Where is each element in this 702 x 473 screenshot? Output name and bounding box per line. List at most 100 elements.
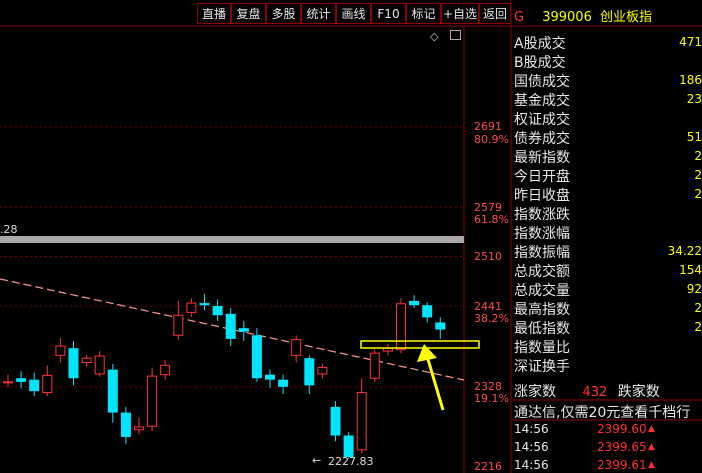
tick-price: 2399.65: [597, 440, 647, 454]
stat-value: 2: [694, 149, 702, 163]
candle-body: [81, 357, 92, 363]
tick-time: 14:56: [514, 458, 549, 472]
candle-body: [134, 426, 144, 431]
candle-body: [199, 303, 210, 306]
annotation-arrow-head: [417, 344, 437, 362]
price-label-2216: 2216: [474, 460, 502, 473]
candle-body: [16, 378, 27, 382]
side-title: G 399006 创业板指: [514, 6, 652, 25]
fall-label: 跌家数: [617, 384, 660, 400]
candle-body: [265, 374, 275, 380]
annotation-arrow-shaft: [425, 355, 445, 411]
candle-body: [330, 406, 341, 436]
candle-body: [435, 322, 446, 330]
breadth-row: 涨家数 432 跌家数: [514, 381, 660, 401]
tick-time: 14:56: [514, 440, 549, 454]
candle-body: [120, 412, 131, 437]
stat-label: 总成交量: [514, 283, 570, 299]
stat-value: 2: [694, 187, 702, 201]
stat-value: 2: [694, 301, 702, 315]
diamond-icon[interactable]: ◇: [430, 30, 438, 43]
tick-up-arrow-icon: ▲: [648, 460, 655, 470]
draw-line-button[interactable]: 画线: [336, 3, 371, 24]
fib-label-19: 19.1%: [474, 392, 509, 405]
stat-label: 昨日收盘: [514, 188, 570, 204]
candle-body: [422, 305, 433, 318]
mark-button[interactable]: 标记: [406, 3, 441, 24]
add-favorite-button[interactable]: +自选: [441, 3, 479, 24]
stat-label: 国债成交: [514, 74, 570, 90]
tick-price: 2399.60: [597, 422, 647, 436]
stat-label: 今日开盘: [514, 169, 570, 185]
annotation-box: [360, 340, 480, 349]
low-annotation: 2227.83: [328, 455, 374, 468]
candle-body: [55, 345, 66, 356]
stat-label: 最高指数: [514, 302, 570, 318]
candle-body: [68, 348, 79, 379]
f10-button[interactable]: F10: [371, 3, 406, 24]
candle-body: [29, 379, 40, 392]
candle-body: [291, 339, 302, 356]
fib-label-61: 61.8%: [474, 213, 509, 226]
candle-body: [42, 374, 53, 394]
candle-body: [409, 300, 420, 306]
stat-value: 186: [679, 73, 702, 87]
candle-body: [225, 313, 236, 339]
candle-body: [160, 364, 171, 376]
upper-left-label: .28: [0, 223, 18, 236]
stat-label: 最新指数: [514, 150, 570, 166]
candle-body: [317, 367, 328, 375]
window-toggle-icon[interactable]: [450, 30, 461, 40]
candle-body: [278, 379, 289, 387]
live-button[interactable]: 直播: [197, 3, 231, 24]
tick-up-arrow-icon: ▲: [648, 442, 655, 452]
stat-label: 深证换手: [514, 359, 570, 375]
candle-body: [3, 381, 13, 384]
back-button[interactable]: 返回: [479, 3, 511, 24]
candle-body: [304, 358, 315, 386]
stat-label: 最低指数: [514, 321, 570, 337]
candle-body: [107, 369, 118, 413]
stat-value: 2: [694, 168, 702, 182]
candle-body: [356, 392, 367, 451]
low-arrow-icon: ←: [312, 454, 322, 467]
multi-stock-button[interactable]: 多股: [266, 3, 301, 24]
stat-label: 指数量比: [514, 340, 570, 356]
stat-label: 权证成交: [514, 112, 570, 128]
fib-label-38: 38.2%: [474, 312, 509, 325]
fib-label-80: 80.9%: [474, 133, 509, 146]
replay-button[interactable]: 复盘: [231, 3, 266, 24]
stat-label: 指数振幅: [514, 245, 570, 261]
candle-body: [369, 352, 380, 379]
stat-label: 总成交额: [514, 264, 570, 280]
market-flag: G: [514, 10, 525, 25]
candle-body: [94, 355, 105, 375]
candle-body: [396, 303, 406, 351]
tick-price: 2399.61: [597, 458, 647, 472]
stat-label: 指数涨幅: [514, 226, 570, 242]
price-label-2691: 2691: [474, 120, 502, 133]
stat-label: 指数涨跌: [514, 207, 570, 223]
index-name: 创业板指: [600, 10, 653, 25]
candle-body: [251, 335, 262, 379]
rise-count: 432: [582, 385, 608, 400]
stat-value: 23: [686, 92, 702, 106]
price-label-2510: 2510: [474, 250, 502, 263]
tick-up-arrow-icon: ▲: [648, 424, 655, 434]
statistics-button[interactable]: 统计: [301, 3, 336, 24]
stat-value: 92: [686, 282, 702, 296]
candle-body: [238, 328, 249, 332]
stat-value: 471: [679, 35, 702, 49]
stat-label: 债券成交: [514, 131, 570, 147]
stat-label: B股成交: [514, 55, 566, 71]
promo-banner[interactable]: 通达信,仅需20元查看千档行: [514, 402, 702, 420]
candle-body: [147, 375, 158, 427]
index-code: 399006: [542, 10, 592, 25]
candle-body: [186, 302, 197, 313]
tick-time: 14:56: [514, 422, 549, 436]
rise-label: 涨家数: [514, 384, 556, 400]
candle-body: [343, 435, 354, 457]
stat-label: 基金成交: [514, 93, 570, 109]
stat-value: 34.22: [667, 244, 702, 258]
stat-value: 2: [694, 320, 702, 334]
